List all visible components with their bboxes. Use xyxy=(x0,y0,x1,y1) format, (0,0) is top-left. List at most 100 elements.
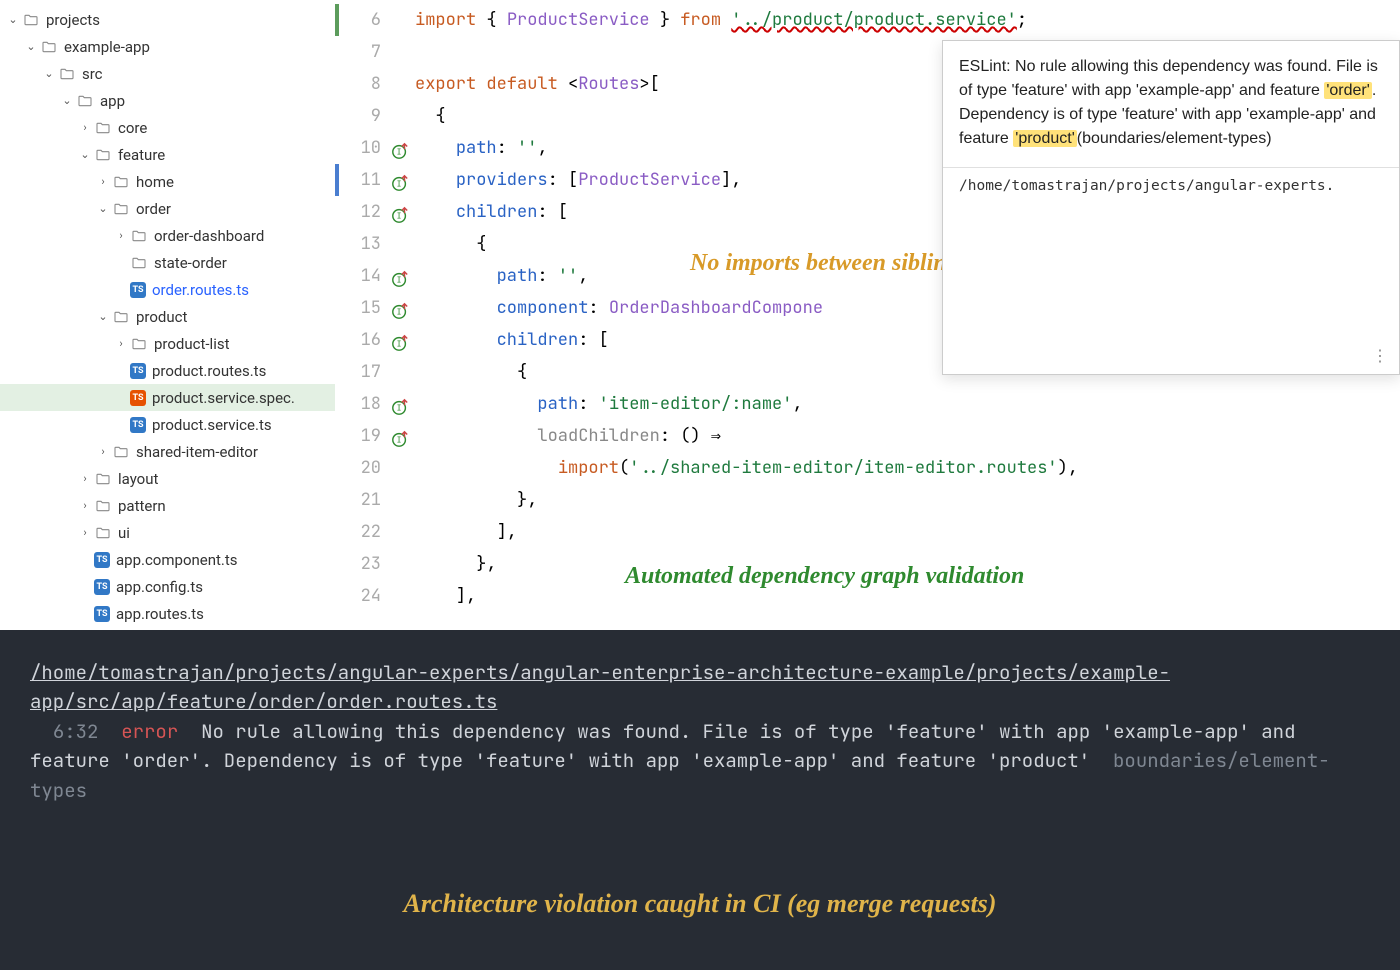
tooltip-highlight-product: 'product' xyxy=(1013,130,1076,147)
eslint-tooltip: ESLint: No rule allowing this dependency… xyxy=(942,40,1400,375)
implements-gutter-icon[interactable]: I xyxy=(391,331,409,349)
tree-item-core[interactable]: ›core xyxy=(0,114,335,141)
tree-label: projects xyxy=(46,11,100,29)
code-line[interactable]: loadChildren: () ⇒ xyxy=(415,420,1400,452)
ts-icon: TS xyxy=(130,363,146,379)
line-number: 9 xyxy=(335,100,415,132)
code-editor[interactable]: 678910I11I12I1314I15I16I1718I19I20212223… xyxy=(335,0,1400,630)
ts-icon: TS xyxy=(94,552,110,568)
tree-item-product-routes-ts[interactable]: TS product.routes.ts xyxy=(0,357,335,384)
svg-text:I: I xyxy=(397,435,402,445)
tree-item-example-app[interactable]: ⌄example-app xyxy=(0,33,335,60)
more-actions-icon[interactable]: ⋮ xyxy=(1372,346,1389,366)
chevron-right-icon[interactable]: › xyxy=(78,499,92,512)
tree-item-order-routes-ts[interactable]: TS order.routes.ts xyxy=(0,276,335,303)
chevron-down-icon[interactable]: ⌄ xyxy=(24,40,38,53)
tree-item-app-routes-ts[interactable]: TS app.routes.ts xyxy=(0,600,335,627)
tree-item-product-service-ts[interactable]: TSproduct.service.ts xyxy=(0,411,335,438)
chevron-down-icon[interactable]: ⌄ xyxy=(42,67,56,80)
chevron-down-icon[interactable]: ⌄ xyxy=(96,310,110,323)
line-number: 15I xyxy=(335,292,415,324)
svg-text:I: I xyxy=(397,179,402,189)
implements-gutter-icon[interactable]: I xyxy=(391,139,409,157)
implements-gutter-icon[interactable]: I xyxy=(391,299,409,317)
line-number: 6 xyxy=(335,4,415,36)
implements-gutter-icon[interactable]: I xyxy=(391,427,409,445)
tree-label: src xyxy=(82,65,103,83)
chevron-right-icon[interactable]: › xyxy=(96,175,110,188)
tree-item-pattern[interactable]: ›pattern xyxy=(0,492,335,519)
tree-label: order xyxy=(136,200,171,218)
code-line[interactable]: import { ProductService } from '../produ… xyxy=(415,4,1400,36)
tree-item-order-dashboard[interactable]: › order-dashboard xyxy=(0,222,335,249)
implements-gutter-icon[interactable]: I xyxy=(391,267,409,285)
line-number: 13 xyxy=(335,228,415,260)
tree-item-state-order[interactable]: state-order xyxy=(0,249,335,276)
chevron-right-icon[interactable]: › xyxy=(78,121,92,134)
file-tree[interactable]: ⌄projects⌄example-app⌄src⌄app›core⌄featu… xyxy=(0,0,335,630)
implements-gutter-icon[interactable]: I xyxy=(391,395,409,413)
chevron-right-icon[interactable]: › xyxy=(114,337,128,350)
tree-item-shared-item-editor[interactable]: ›shared-item-editor xyxy=(0,438,335,465)
folder-icon xyxy=(94,146,112,164)
svg-text:I: I xyxy=(397,339,402,349)
tree-item-app-component-ts[interactable]: TSapp.component.ts xyxy=(0,546,335,573)
tree-label: ui xyxy=(118,524,130,542)
tree-item-app[interactable]: ⌄app xyxy=(0,87,335,114)
chevron-down-icon[interactable]: ⌄ xyxy=(6,13,20,26)
code-line[interactable]: ], xyxy=(415,580,1400,612)
code-line[interactable]: path: 'item-editor/:name', xyxy=(415,388,1400,420)
code-line[interactable]: }, xyxy=(415,484,1400,516)
tree-label: product-list xyxy=(154,335,230,353)
tree-label: home xyxy=(136,173,174,191)
folder-icon xyxy=(94,470,112,488)
code-line[interactable]: import('../shared-item-editor/item-edito… xyxy=(415,452,1400,484)
tree-item-product-service-spec-[interactable]: TSproduct.service.spec. xyxy=(0,384,335,411)
folder-icon xyxy=(112,443,130,461)
tree-item-ui[interactable]: › ui xyxy=(0,519,335,546)
tree-item-layout[interactable]: ›layout xyxy=(0,465,335,492)
implements-gutter-icon[interactable]: I xyxy=(391,203,409,221)
terminal-output[interactable]: /home/tomastrajan/projects/angular-exper… xyxy=(0,630,1400,970)
ts-icon: TS xyxy=(130,282,146,298)
tree-item-feature[interactable]: ⌄ feature xyxy=(0,141,335,168)
ts-icon: TS xyxy=(94,606,110,622)
tree-item-product-list[interactable]: › product-list xyxy=(0,330,335,357)
line-number: 21 xyxy=(335,484,415,516)
code-line[interactable]: ], xyxy=(415,516,1400,548)
chevron-down-icon[interactable]: ⌄ xyxy=(96,202,110,215)
chevron-right-icon[interactable]: › xyxy=(96,445,110,458)
tree-label: app.routes.ts xyxy=(116,605,204,623)
tree-item-src[interactable]: ⌄ src xyxy=(0,60,335,87)
svg-text:I: I xyxy=(397,403,402,413)
tree-label: feature xyxy=(118,146,165,164)
chevron-right-icon[interactable]: › xyxy=(78,526,92,539)
tree-label: product.service.spec. xyxy=(152,389,295,407)
tree-label: order-dashboard xyxy=(154,227,264,245)
chevron-right-icon[interactable]: › xyxy=(78,472,92,485)
tree-label: product.routes.ts xyxy=(152,362,266,380)
svg-text:I: I xyxy=(397,211,402,221)
line-number: 10I xyxy=(335,132,415,164)
chevron-down-icon[interactable]: ⌄ xyxy=(78,148,92,161)
folder-icon xyxy=(94,524,112,542)
line-number: 12I xyxy=(335,196,415,228)
chevron-down-icon[interactable]: ⌄ xyxy=(60,94,74,107)
line-number: 23 xyxy=(335,548,415,580)
terminal-message: No rule allowing this dependency was fou… xyxy=(30,719,1295,773)
implements-gutter-icon[interactable]: I xyxy=(391,171,409,189)
folder-icon xyxy=(40,38,58,56)
code-line[interactable]: }, xyxy=(415,548,1400,580)
tree-item-order[interactable]: ⌄ order xyxy=(0,195,335,222)
tree-item-home[interactable]: › home xyxy=(0,168,335,195)
line-number: 7 xyxy=(335,36,415,68)
folder-icon xyxy=(76,92,94,110)
tree-label: order.routes.ts xyxy=(152,281,249,299)
terminal-file-link[interactable]: /home/tomastrajan/projects/angular-exper… xyxy=(30,660,1170,714)
line-number: 19I xyxy=(335,420,415,452)
line-number: 22 xyxy=(335,516,415,548)
tree-item-app-config-ts[interactable]: TSapp.config.ts xyxy=(0,573,335,600)
tree-item-product[interactable]: ⌄product xyxy=(0,303,335,330)
chevron-right-icon[interactable]: › xyxy=(114,229,128,242)
tree-item-projects[interactable]: ⌄ projects xyxy=(0,6,335,33)
